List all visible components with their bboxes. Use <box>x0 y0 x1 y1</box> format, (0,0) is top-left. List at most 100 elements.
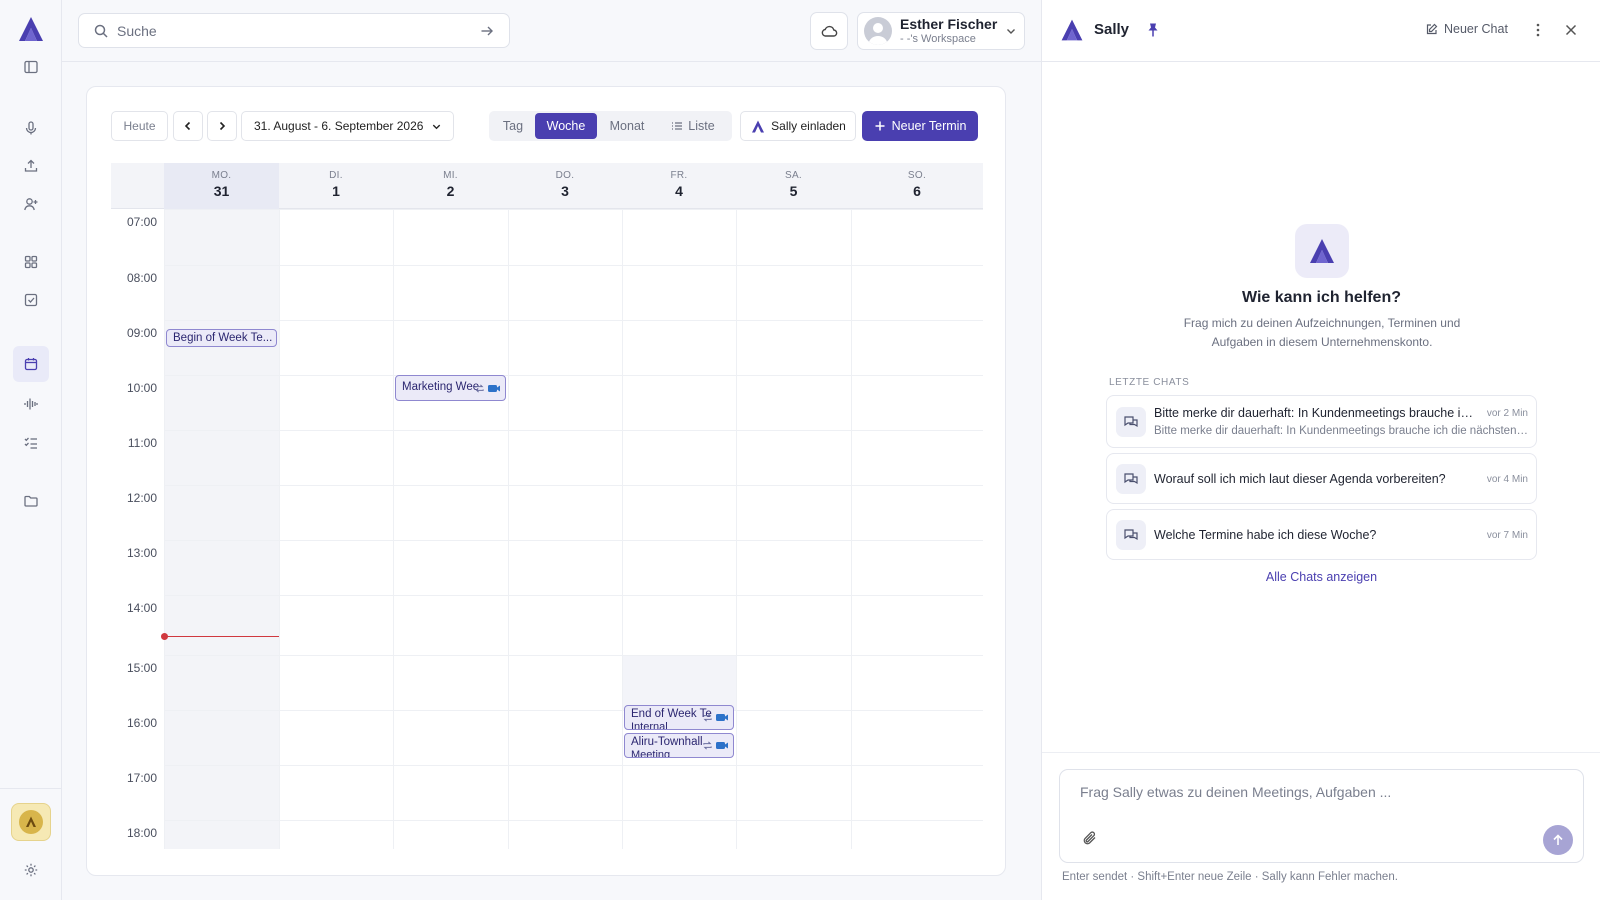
date-range-picker[interactable]: 31. August - 6. September 2026 <box>241 111 454 141</box>
new-chat-button[interactable]: Neuer Chat <box>1425 22 1508 36</box>
chat-snippet: Bitte merke dir dauerhaft: In Kundenmeet… <box>1154 425 1530 437</box>
sally-logo-icon <box>752 120 765 132</box>
chevron-down-icon <box>1007 29 1015 34</box>
tab-day[interactable]: Tag <box>491 113 535 139</box>
hover-slot[interactable] <box>622 655 736 711</box>
time-label: 08:00 <box>126 271 157 285</box>
event-begin-of-week[interactable]: Begin of Week Te... <box>166 329 277 347</box>
chat-title: Worauf soll ich mich laut dieser Agenda … <box>1154 472 1446 486</box>
composer-divider <box>1042 752 1600 753</box>
today-button[interactable]: Heute <box>111 111 168 141</box>
hero-title: Wie kann ich helfen? <box>1242 289 1401 306</box>
day-header-mon[interactable]: MO. 31 <box>164 163 279 209</box>
next-week-button[interactable] <box>207 111 237 141</box>
time-label: 16:00 <box>126 716 157 730</box>
add-user-icon[interactable] <box>18 191 44 217</box>
time-label: 15:00 <box>126 661 157 675</box>
day-header-tue[interactable]: DI. 1 <box>279 163 393 209</box>
close-icon[interactable] <box>1563 22 1579 38</box>
chat-bubbles-icon <box>1116 407 1146 437</box>
invite-sally-label: Sally einladen <box>771 119 846 133</box>
tasks-check-icon[interactable] <box>18 287 44 313</box>
left-rail <box>0 0 62 900</box>
calendar-icon[interactable] <box>13 346 49 382</box>
chat-time: vor 7 Min <box>1486 530 1528 541</box>
day-header-sun[interactable]: SO. 6 <box>851 163 983 209</box>
top-bar: Esther Fischer - -'s Workspace <box>62 0 1041 62</box>
cloud-sync-button[interactable] <box>810 12 848 50</box>
sally-logo-icon <box>1310 239 1334 263</box>
day-header-row: MO. 31 DI. 1 MI. 2 DO. 3 FR. 4 SA. 5 SO. 6 <box>111 163 983 209</box>
more-vertical-icon[interactable] <box>1530 22 1546 38</box>
tab-week[interactable]: Woche <box>535 113 597 139</box>
current-time-line <box>164 636 279 637</box>
dashboard-icon[interactable] <box>18 249 44 275</box>
tab-list[interactable]: Liste <box>657 113 729 139</box>
new-event-label: Neuer Termin <box>891 119 967 133</box>
folder-icon[interactable] <box>18 488 44 514</box>
search-box[interactable] <box>78 13 510 48</box>
invite-sally-button[interactable]: Sally einladen <box>740 111 856 141</box>
chevron-left-icon <box>184 121 191 131</box>
time-label: 14:00 <box>126 601 157 615</box>
all-chats-link[interactable]: Alle Chats anzeigen <box>1042 570 1600 584</box>
upload-icon[interactable] <box>18 153 44 179</box>
time-label: 18:00 <box>126 826 157 840</box>
chat-input[interactable] <box>1080 784 1560 814</box>
time-label: 12:00 <box>126 491 157 505</box>
day-header-sat[interactable]: SA. 5 <box>736 163 851 209</box>
pin-icon[interactable] <box>1146 22 1160 38</box>
prev-week-button[interactable] <box>173 111 203 141</box>
event-townhall[interactable]: Aliru-Townhall Meeting <box>624 733 734 758</box>
hero-logo <box>1295 224 1349 278</box>
search-input[interactable] <box>117 22 479 39</box>
rail-divider <box>0 788 62 789</box>
today-column <box>164 209 279 849</box>
app: Esther Fischer - -'s Workspace Heute 31.… <box>0 0 1600 900</box>
checklist-icon[interactable] <box>18 430 44 456</box>
settings-gear-icon[interactable] <box>18 857 44 883</box>
recent-chat-item[interactable]: Welche Termine habe ich diese Woche? vor… <box>1106 509 1537 560</box>
view-switcher: Tag Woche Monat Liste <box>489 111 732 141</box>
tab-list-label: Liste <box>688 119 715 133</box>
day-header-wed[interactable]: MI. 2 <box>393 163 508 209</box>
audio-wave-icon[interactable] <box>18 391 44 417</box>
chevron-right-icon <box>219 121 226 131</box>
user-avatar-icon <box>868 23 888 45</box>
repeat-icon <box>703 713 712 722</box>
avatar <box>864 17 892 45</box>
chat-bubbles-icon <box>1116 464 1146 494</box>
cloud-icon <box>821 25 838 37</box>
event-marketing-weekly[interactable]: Marketing Wee <box>395 375 506 401</box>
video-call-icon <box>716 714 728 721</box>
sally-logo-icon <box>1061 19 1083 41</box>
day-header-thu[interactable]: DO. 3 <box>508 163 622 209</box>
sidebar-toggle-icon[interactable] <box>18 54 44 80</box>
send-button[interactable] <box>1543 825 1573 855</box>
video-call-icon <box>488 385 500 392</box>
time-label: 10:00 <box>126 381 157 395</box>
event-end-of-week[interactable]: End of Week Te Internal <box>624 705 734 730</box>
new-chat-label: Neuer Chat <box>1444 22 1508 36</box>
app-logo-icon[interactable] <box>16 14 46 44</box>
edit-icon <box>1426 23 1438 34</box>
new-event-button[interactable]: Neuer Termin <box>862 111 978 141</box>
chat-composer <box>1059 769 1584 863</box>
microphone-icon[interactable] <box>18 115 44 141</box>
day-header-fri[interactable]: FR. 4 <box>622 163 736 209</box>
arrow-right-icon[interactable] <box>479 23 495 39</box>
recent-chat-item[interactable]: Worauf soll ich mich laut dieser Agenda … <box>1106 453 1537 504</box>
tab-month[interactable]: Monat <box>597 113 657 139</box>
user-menu-button[interactable]: Esther Fischer - -'s Workspace <box>857 12 1025 50</box>
recent-chat-item[interactable]: Bitte merke dir dauerhaft: In Kundenmeet… <box>1106 395 1537 448</box>
arrow-up-icon <box>1553 834 1563 845</box>
workspace-logo[interactable] <box>11 803 51 841</box>
event-icons <box>474 383 501 394</box>
hero-subtitle: Frag mich zu deinen Aufzeichnungen, Term… <box>1183 316 1461 349</box>
event-icons <box>702 712 729 723</box>
paperclip-icon[interactable] <box>1082 830 1098 846</box>
workspace-logo-icon <box>19 810 43 834</box>
week-grid: MO. 31 DI. 1 MI. 2 DO. 3 FR. 4 SA. 5 SO. 6 <box>111 163 983 863</box>
time-grid[interactable]: 07:00 08:00 09:00 10:00 11:00 12:00 13:0… <box>111 209 983 849</box>
time-label: 13:00 <box>126 546 157 560</box>
